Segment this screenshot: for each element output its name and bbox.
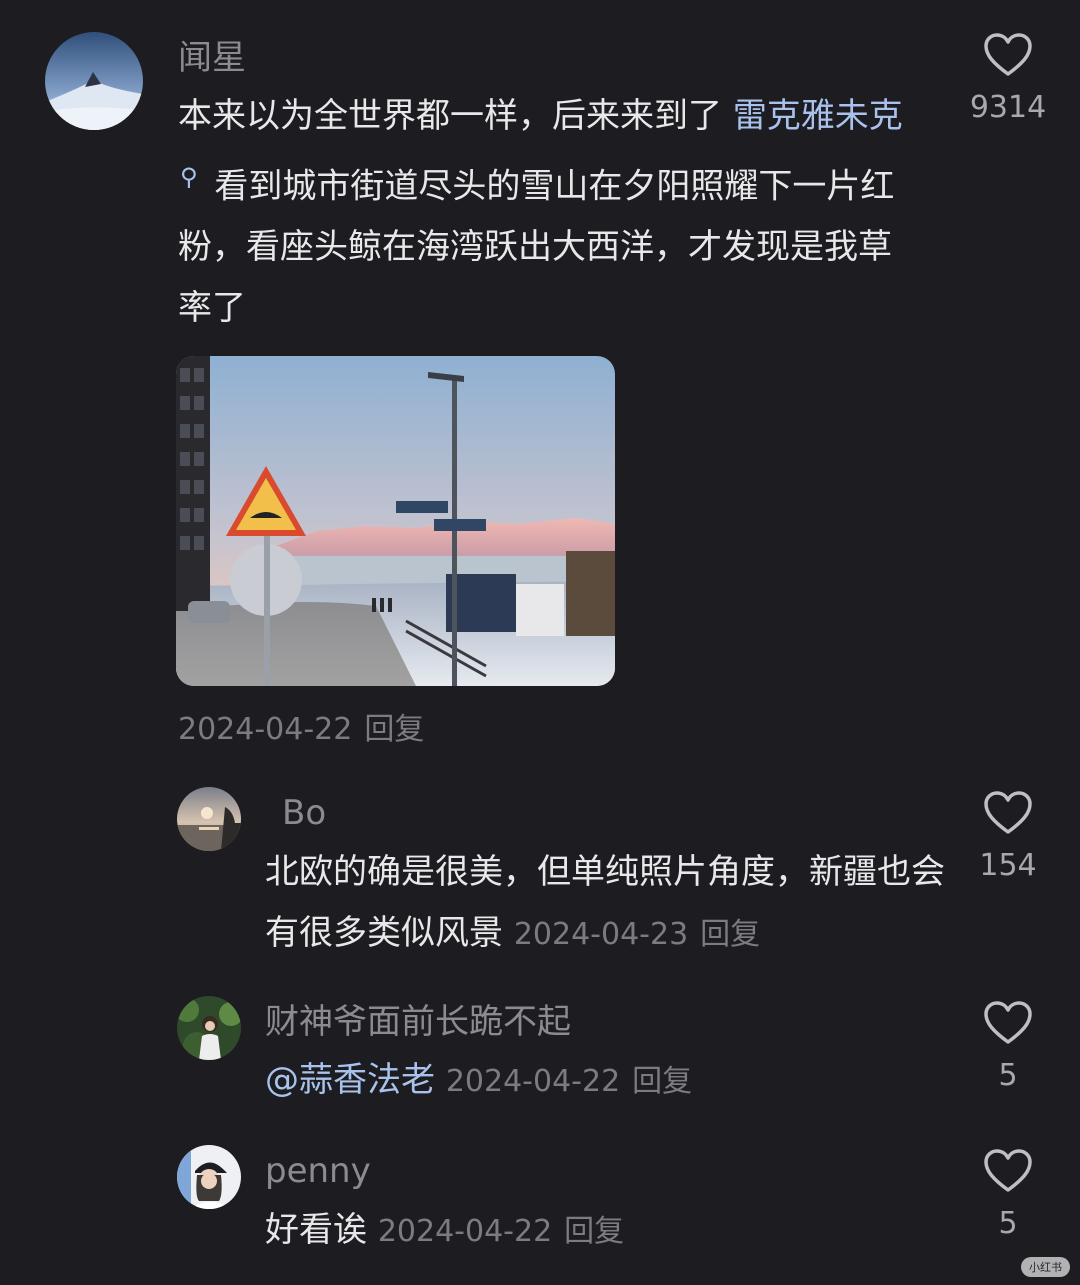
reply-text-content: 好看诶 bbox=[265, 1210, 367, 1250]
heart-icon[interactable] bbox=[983, 1148, 1033, 1194]
like-count: 9314 bbox=[969, 90, 1047, 125]
reply-meta: 2024-04-22 回复 bbox=[378, 1214, 624, 1249]
reply-username[interactable]: Bo bbox=[282, 791, 326, 835]
reply-username[interactable]: 财神爷面前长跪不起 bbox=[265, 1000, 571, 1044]
like-count: 154 bbox=[979, 848, 1037, 883]
reply-username[interactable]: penny bbox=[265, 1149, 371, 1193]
sunset-sea-avatar-icon bbox=[177, 787, 241, 851]
reply-button[interactable]: 回复 bbox=[364, 712, 424, 747]
reply-text: 好看诶 2024-04-22 回复 bbox=[265, 1200, 945, 1262]
reply-date: 2024-04-23 bbox=[513, 917, 689, 952]
heart-icon[interactable] bbox=[983, 790, 1033, 836]
reply-date: 2024-04-22 bbox=[445, 1064, 621, 1099]
watermark: 小红书 bbox=[1021, 1257, 1070, 1277]
like-button[interactable]: 9314 bbox=[950, 32, 1066, 128]
mention-link[interactable]: @蒜香法老 bbox=[265, 1060, 435, 1100]
comment-date: 2024-04-22 bbox=[178, 712, 353, 747]
reply-avatar[interactable] bbox=[177, 787, 241, 851]
reply-text: 北欧的确是很美，但单纯照片角度，新疆也会有很多类似风景 2024-04-23 回复 bbox=[265, 842, 945, 965]
girl-cap-avatar-icon bbox=[177, 1145, 241, 1209]
snowy-mountain-avatar-icon bbox=[45, 32, 143, 130]
reply-button[interactable]: 回复 bbox=[564, 1214, 624, 1249]
comment-text-part1: 本来以为全世界都一样，后来来到了 bbox=[178, 96, 733, 136]
search-icon[interactable]: ⚲ bbox=[180, 163, 198, 191]
comment-username[interactable]: 闻星 bbox=[178, 36, 246, 80]
reply-button[interactable]: 回复 bbox=[632, 1064, 692, 1099]
heart-icon[interactable] bbox=[983, 32, 1033, 78]
comment-image[interactable] bbox=[176, 356, 615, 686]
reykjavik-street-photo-icon bbox=[176, 356, 615, 686]
comment-text-part2: 看到城市街道尽头的雪山在夕阳照耀下一片红粉，看座头鲸在海湾跃出大西洋，才发现是我… bbox=[178, 166, 895, 329]
heart-icon[interactable] bbox=[983, 1000, 1033, 1046]
reply-text: @蒜香法老 2024-04-22 回复 bbox=[265, 1050, 945, 1112]
like-button[interactable]: 5 bbox=[950, 1148, 1066, 1244]
place-link[interactable]: 雷克雅未克 bbox=[733, 96, 903, 136]
comment-avatar[interactable] bbox=[45, 32, 143, 130]
like-count: 5 bbox=[998, 1058, 1018, 1093]
reply-meta: 2024-04-23 回复 bbox=[514, 917, 760, 952]
like-button[interactable]: 5 bbox=[950, 1000, 1066, 1096]
reply-avatar[interactable] bbox=[177, 996, 241, 1060]
reply-meta: 2024-04-22 回复 bbox=[446, 1064, 692, 1099]
comment-meta: 2024-04-22 回复 bbox=[178, 704, 424, 748]
comment-text: 本来以为全世界都一样，后来来到了 雷克雅未克 ⚲ 看到城市街道尽头的雪山在夕阳照耀… bbox=[178, 86, 918, 339]
reply-date: 2024-04-22 bbox=[377, 1214, 553, 1249]
girl-forest-avatar-icon bbox=[177, 996, 241, 1060]
like-button[interactable]: 154 bbox=[950, 790, 1066, 886]
reply-button[interactable]: 回复 bbox=[700, 917, 760, 952]
reply-avatar[interactable] bbox=[177, 1145, 241, 1209]
like-count: 5 bbox=[998, 1206, 1018, 1241]
